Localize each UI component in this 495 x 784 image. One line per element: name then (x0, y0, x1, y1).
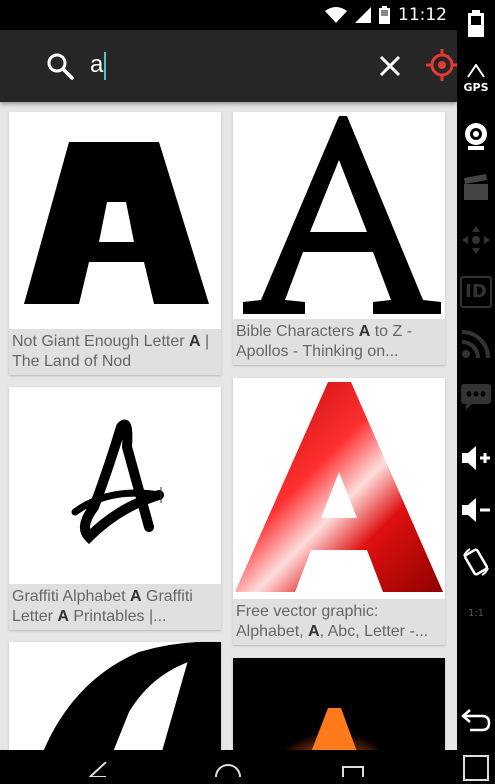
letter-a-image (71, 419, 164, 545)
result-card[interactable]: Free vector graphic: Alphabet, A, Abc, L… (233, 378, 445, 645)
gps-label: GPS (463, 81, 489, 94)
recents-icon[interactable] (342, 766, 364, 777)
battery-control-icon[interactable] (460, 8, 492, 40)
letter-a-image (243, 116, 441, 314)
scale-button[interactable]: 1:1 (460, 598, 492, 630)
rotate-icon[interactable] (460, 546, 492, 578)
result-image (233, 658, 445, 750)
text-caret (104, 51, 107, 80)
emulator-screen: 11:12 a Not Giant Enough Letter A | The … (0, 0, 457, 777)
result-caption: Graffiti Alphabet A Graffiti Letter A Pr… (9, 584, 221, 630)
search-bar: a (0, 30, 457, 102)
video-clapper-icon[interactable] (460, 172, 492, 204)
result-card[interactable] (9, 642, 221, 750)
letter-a-image (24, 142, 209, 304)
result-card[interactable]: Not Giant Enough Letter A | The Land of … (9, 112, 221, 375)
target-icon[interactable] (424, 47, 457, 83)
webcam-icon[interactable] (460, 120, 492, 152)
result-image (9, 642, 221, 750)
fire-letter-a-image (233, 658, 445, 750)
rss-icon[interactable] (460, 328, 492, 360)
back-return-icon[interactable] (460, 702, 492, 734)
battery-icon (379, 6, 390, 24)
emulator-sidebar: GPS ID 1:1 (457, 0, 495, 781)
red-letter-a-image (235, 382, 443, 592)
dpad-icon[interactable] (460, 224, 492, 256)
result-image (233, 112, 445, 314)
result-caption: Free vector graphic: Alphabet, A, Abc, L… (233, 599, 445, 645)
scale-label: 1:1 (467, 608, 485, 619)
results-grid: Not Giant Enough Letter A | The Land of … (0, 102, 457, 750)
result-caption: Bible Characters A to Z - Apollos - Thin… (233, 319, 445, 365)
signal-icon (355, 7, 371, 23)
search-input[interactable]: a (90, 51, 107, 80)
result-card[interactable]: Graffiti Alphabet A Graffiti Letter A Pr… (9, 387, 221, 630)
result-card[interactable]: Bible Characters A to Z - Apollos - Thin… (233, 112, 445, 365)
result-card[interactable] (233, 658, 445, 750)
id-label: ID (465, 281, 487, 302)
navigation-bar (0, 750, 457, 777)
home-icon[interactable] (214, 764, 242, 777)
status-bar: 11:12 (0, 0, 457, 30)
result-image (233, 378, 445, 594)
id-button[interactable]: ID (460, 276, 492, 308)
message-icon[interactable] (460, 380, 492, 412)
gps-button[interactable]: GPS (460, 63, 492, 96)
search-icon[interactable] (46, 52, 74, 80)
volume-down-icon[interactable] (460, 494, 492, 526)
result-caption: Not Giant Enough Letter A | The Land of … (9, 329, 221, 375)
back-icon[interactable] (88, 762, 112, 777)
gps-icon (467, 63, 485, 78)
window-icon[interactable] (460, 752, 492, 784)
volume-up-icon[interactable] (460, 442, 492, 474)
letter-a-image (43, 642, 221, 750)
result-image (9, 387, 221, 579)
close-icon[interactable] (376, 52, 404, 80)
search-query: a (90, 51, 104, 78)
status-icons: 11:12 (325, 5, 447, 25)
wifi-icon (325, 7, 347, 23)
status-time: 11:12 (398, 5, 447, 25)
result-image (9, 112, 221, 324)
